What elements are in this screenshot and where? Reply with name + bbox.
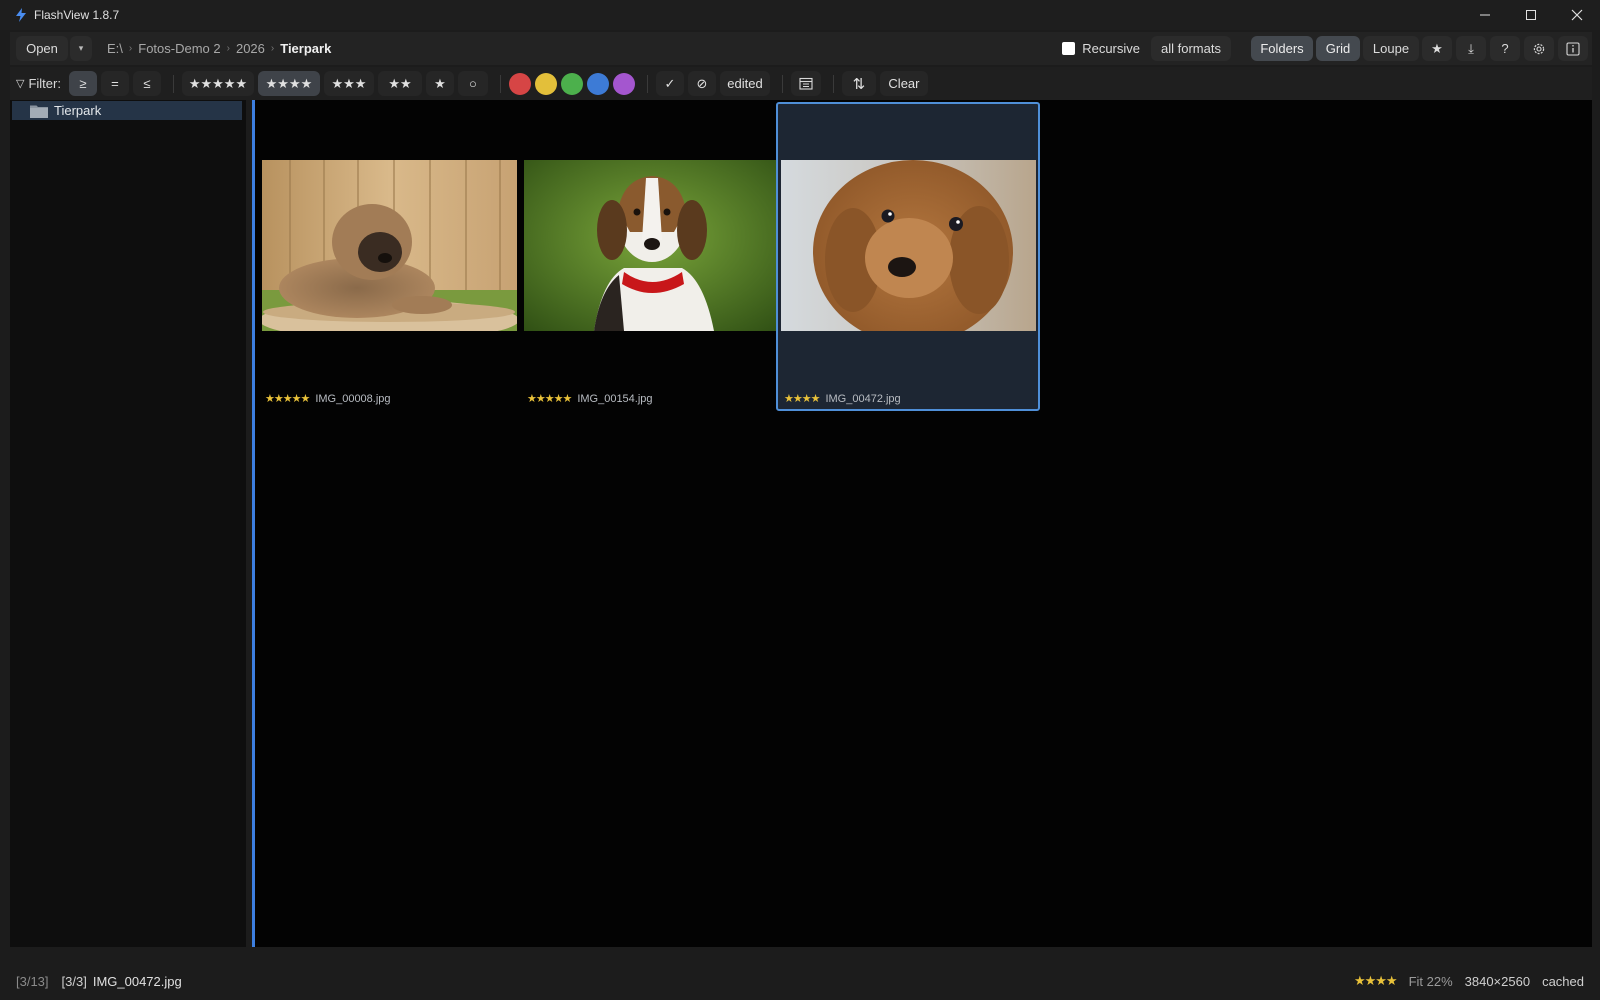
thumbnail-filename: IMG_00008.jpg bbox=[315, 392, 391, 405]
filter-label: ▽ Filter: bbox=[16, 76, 61, 91]
window-title: FlashView 1.8.7 bbox=[34, 8, 120, 22]
recursive-checkbox[interactable] bbox=[1062, 42, 1076, 55]
breadcrumb-separator: › bbox=[128, 43, 133, 54]
close-button[interactable] bbox=[1554, 0, 1600, 30]
status-right-group: ★★★★ Fit 22% 3840×2560 cached bbox=[1354, 968, 1584, 994]
rating-2-button[interactable]: ★★ bbox=[377, 71, 422, 96]
title-bar: FlashView 1.8.7 bbox=[0, 0, 1600, 30]
cache-status: cached bbox=[1542, 973, 1584, 989]
breadcrumb-year[interactable]: 2026 bbox=[236, 41, 265, 56]
thumbnail-cell[interactable]: ★★★★★ IMG_00008.jpg bbox=[255, 102, 519, 411]
clear-filter-button[interactable]: Clear bbox=[879, 71, 928, 96]
recursive-label[interactable]: Recursive bbox=[1082, 41, 1140, 56]
rating-3-button[interactable]: ★★★ bbox=[323, 71, 374, 96]
thumbnail-caption: ★★★★ IMG_00472.jpg bbox=[784, 392, 901, 406]
thumbnail-filename: IMG_00472.jpg bbox=[825, 392, 901, 405]
divider bbox=[172, 74, 174, 93]
filter-bar: ▽ Filter: ≥ = ≤ ★★★★★ ★★★★ ★★★ ★★ ★ ○ ✓ … bbox=[10, 67, 1592, 100]
window-controls bbox=[1462, 0, 1600, 30]
thumbnail-caption: ★★★★★ IMG_00154.jpg bbox=[527, 392, 653, 406]
minimize-icon bbox=[1480, 14, 1490, 16]
color-label-yellow[interactable] bbox=[534, 72, 557, 95]
divider bbox=[499, 74, 501, 93]
thumbnail-filename: IMG_00154.jpg bbox=[577, 392, 653, 405]
status-bar: [3/13] [3/3] IMG_00472.jpg ★★★★ Fit 22% … bbox=[0, 968, 1600, 994]
info-panel-button[interactable] bbox=[1558, 36, 1588, 61]
rating-1-button[interactable]: ★ bbox=[425, 71, 454, 96]
current-rating-stars: ★★★★ bbox=[1353, 973, 1398, 988]
thumbnail-image bbox=[781, 160, 1036, 331]
thumbnail-image bbox=[262, 160, 517, 331]
comparator-lte-button[interactable]: ≤ bbox=[132, 71, 161, 96]
filtered-count: [3/13] bbox=[16, 973, 49, 989]
thumbnail-caption: ★★★★★ IMG_00008.jpg bbox=[265, 392, 391, 406]
color-label-green[interactable] bbox=[560, 72, 583, 95]
star-icon[interactable]: ★ bbox=[1422, 36, 1452, 61]
current-filename: IMG_00472.jpg bbox=[92, 973, 182, 989]
thumbnail-grid: ★★★★★ IMG_00008.jpg ★★★★★ IMG_00154.jpg … bbox=[255, 100, 1592, 947]
comparator-gte-button[interactable]: ≥ bbox=[68, 71, 97, 96]
folder-icon bbox=[30, 105, 48, 118]
folder-label: Tierpark bbox=[54, 103, 102, 118]
open-button[interactable]: Open bbox=[16, 36, 68, 61]
image-dimensions: 3840×2560 bbox=[1464, 973, 1531, 989]
rating-stars: ★★★★★ bbox=[265, 393, 310, 405]
unrated-button[interactable]: ○ bbox=[457, 71, 488, 96]
edited-filter-button[interactable]: edited bbox=[719, 71, 770, 96]
main-toolbar: Open ▾ E:\ › Fotos-Demo 2 › 2026 › Tierp… bbox=[10, 32, 1592, 65]
divider bbox=[781, 74, 783, 93]
thumbnail-cell[interactable]: ★★★★★ IMG_00154.jpg bbox=[517, 102, 781, 411]
rating-4-button[interactable]: ★★★★ bbox=[257, 71, 320, 96]
color-label-purple[interactable] bbox=[612, 72, 635, 95]
gear-icon bbox=[1533, 43, 1545, 54]
rejected-filter-button[interactable]: ⊘ bbox=[687, 71, 716, 96]
divider bbox=[832, 74, 834, 93]
settings-button[interactable] bbox=[1524, 36, 1554, 61]
breadcrumb-fotos-demo[interactable]: Fotos-Demo 2 bbox=[138, 41, 220, 56]
calendar-icon bbox=[799, 77, 813, 90]
flagged-filter-button[interactable]: ✓ bbox=[655, 71, 684, 96]
comparator-eq-button[interactable]: = bbox=[100, 71, 129, 96]
folder-tree-sidebar: Tierpark bbox=[10, 100, 246, 947]
divider bbox=[646, 74, 648, 93]
thumbnail-cell-selected[interactable]: ★★★★ IMG_00472.jpg bbox=[776, 102, 1040, 411]
folders-toggle-button[interactable]: Folders bbox=[1251, 36, 1313, 61]
open-dropdown-button[interactable]: ▾ bbox=[70, 36, 92, 61]
download-icon[interactable]: ⤓ bbox=[1456, 36, 1486, 61]
rating-5-button[interactable]: ★★★★★ bbox=[181, 71, 254, 96]
lightning-bolt-icon bbox=[10, 0, 32, 30]
filter-label-text: Filter: bbox=[28, 76, 61, 91]
color-label-blue[interactable] bbox=[586, 72, 609, 95]
breadcrumb-separator: › bbox=[270, 43, 275, 54]
grid-view-button[interactable]: Grid bbox=[1316, 36, 1360, 61]
thumbnail-image bbox=[524, 160, 779, 331]
funnel-icon: ▽ bbox=[16, 78, 25, 90]
breadcrumb: E:\ › Fotos-Demo 2 › 2026 › Tierpark bbox=[107, 41, 331, 56]
maximize-button[interactable] bbox=[1508, 0, 1554, 30]
maximize-icon bbox=[1526, 10, 1536, 20]
rating-stars: ★★★★ bbox=[784, 393, 820, 405]
date-filter-button[interactable] bbox=[790, 71, 821, 96]
toolbar-right-group: Recursive all formats Folders Grid Loupe… bbox=[1062, 36, 1592, 61]
close-icon bbox=[1571, 9, 1583, 21]
rating-stars: ★★★★★ bbox=[527, 393, 572, 405]
folder-item-tierpark[interactable]: Tierpark bbox=[12, 101, 242, 120]
minimize-button[interactable] bbox=[1462, 0, 1508, 30]
breadcrumb-drive[interactable]: E:\ bbox=[107, 41, 123, 56]
loupe-view-button[interactable]: Loupe bbox=[1363, 36, 1419, 61]
sort-order-button[interactable]: ⇅ bbox=[841, 71, 876, 96]
formats-dropdown[interactable]: all formats bbox=[1151, 36, 1231, 61]
info-panel-icon bbox=[1566, 41, 1580, 56]
zoom-level: Fit 22% bbox=[1408, 973, 1453, 989]
breadcrumb-separator: › bbox=[226, 43, 230, 54]
breadcrumb-current-folder[interactable]: Tierpark bbox=[280, 41, 331, 56]
current-index: [3/3] bbox=[61, 973, 87, 989]
help-icon[interactable]: ? bbox=[1490, 36, 1520, 61]
color-label-red[interactable] bbox=[508, 72, 531, 95]
